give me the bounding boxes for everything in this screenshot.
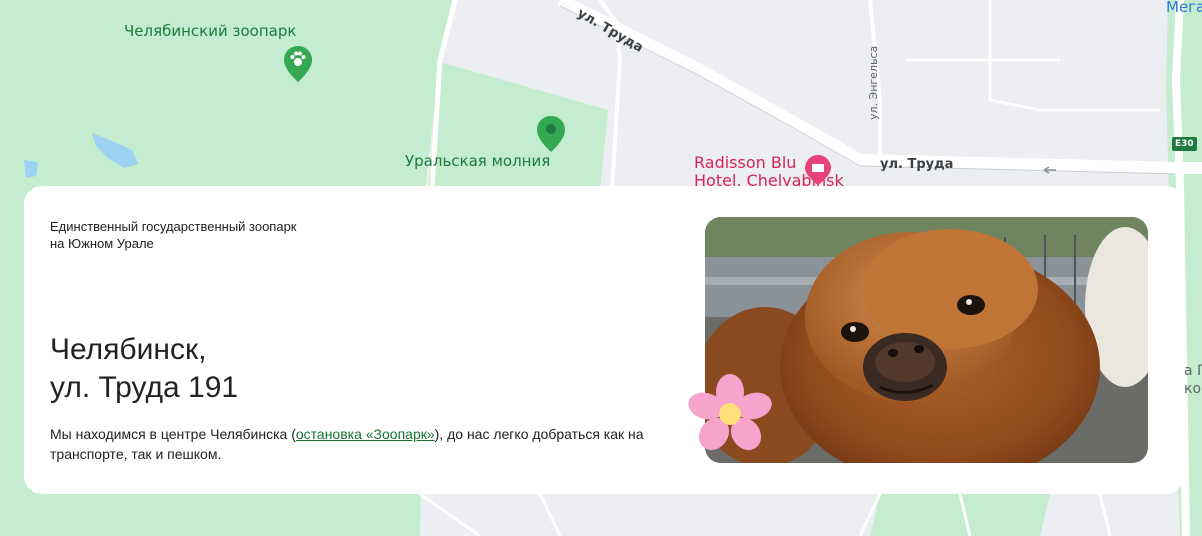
route-badge-e30: E30 [1172, 137, 1197, 151]
tagline: Единственный государственный зоопарк на … [50, 219, 297, 251]
flower-icon [688, 374, 772, 451]
location-description: Мы находимся в центре Челябинска (остано… [50, 424, 700, 464]
address-city: Челябинск, [50, 333, 207, 366]
zoo-pin-icon[interactable] [284, 46, 312, 82]
address-street: ул. Труда 191 [50, 371, 239, 404]
map-label-edge: а П ко [1184, 362, 1202, 398]
info-card: Единственный государственный зоопарк на … [24, 186, 1184, 494]
map-label-zoo[interactable]: Челябинский зоопарк [124, 22, 296, 40]
map-label-edge-line2: ко [1184, 381, 1202, 397]
map-label-mega[interactable]: Мега [1166, 0, 1202, 16]
location-pin-icon[interactable] [537, 116, 565, 152]
map-label-edge-line1: а П [1184, 363, 1202, 379]
map-label-molnia[interactable]: Уральская молния [405, 152, 550, 170]
bus-stop-link[interactable]: остановка «Зоопарк» [296, 426, 435, 442]
address: Челябинск, ул. Труда 191 [50, 331, 238, 407]
description-text-start: Мы находимся в центре Челябинска ( [50, 426, 296, 442]
map-label-street-truda-right: ул. Труда [880, 157, 954, 172]
map-label-street-engelsa: ул. Энгельса [867, 45, 880, 120]
hotel-pin-icon[interactable] [805, 155, 831, 185]
